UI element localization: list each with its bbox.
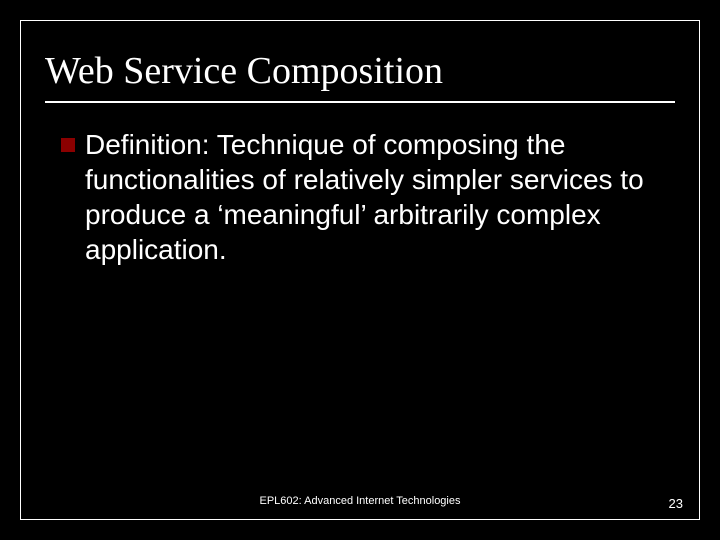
slide-content: Definition: Technique of composing the f… — [21, 127, 699, 267]
slide-frame: Web Service Composition Definition: Tech… — [20, 20, 700, 520]
page-number: 23 — [669, 496, 683, 511]
square-bullet-icon — [61, 138, 75, 152]
title-divider — [45, 101, 675, 103]
bullet-text: Definition: Technique of composing the f… — [85, 127, 659, 267]
bullet-item: Definition: Technique of composing the f… — [61, 127, 659, 267]
slide-title: Web Service Composition — [21, 21, 699, 101]
slide-footer: EPL602: Advanced Internet Technologies — [21, 495, 699, 507]
